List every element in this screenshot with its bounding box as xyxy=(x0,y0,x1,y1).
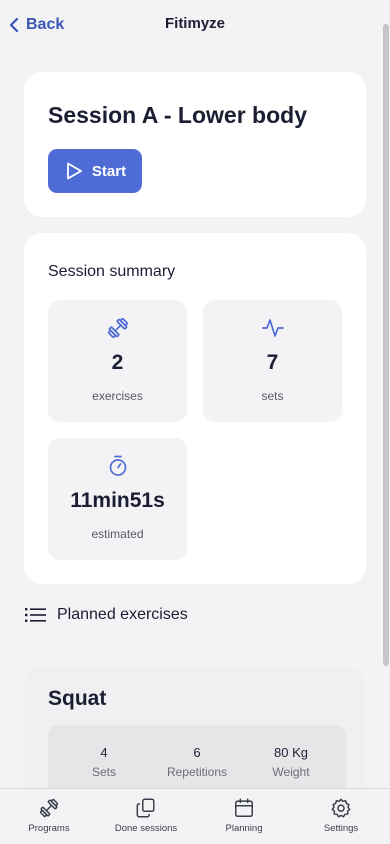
nav-item-settings[interactable]: Settings xyxy=(293,797,389,834)
metric-value: 6 xyxy=(193,745,201,760)
bottom-nav: Programs Done sessions Planning Settings xyxy=(0,788,390,844)
exercise-name: Squat xyxy=(48,687,107,710)
start-label: Start xyxy=(91,162,127,180)
stat-label: estimated xyxy=(91,527,144,541)
play-icon xyxy=(67,162,82,180)
planned-exercises-heading: Planned exercises xyxy=(25,604,188,626)
metric-label: Repetitions xyxy=(166,765,228,779)
metric-value: 80 Kg xyxy=(274,745,308,760)
metric-sets: 4 Sets xyxy=(64,745,144,779)
metric-label: Weight xyxy=(272,765,310,779)
nav-label: Done sessions xyxy=(114,823,178,834)
stat-sets: 7 sets xyxy=(203,300,342,422)
stat-value: 2 xyxy=(111,351,124,374)
session-title: Session A - Lower body xyxy=(48,102,307,128)
nav-label: Programs xyxy=(28,823,70,834)
start-button[interactable]: Start xyxy=(48,149,142,193)
nav-item-planning[interactable]: Planning xyxy=(196,797,292,834)
metric-weight: 80 Kg Weight xyxy=(251,745,331,779)
stat-value: 11min51s xyxy=(70,489,165,512)
planned-label: Planned exercises xyxy=(57,606,188,623)
scrollbar[interactable] xyxy=(383,24,389,666)
session-card: Session A - Lower body Start xyxy=(24,72,366,217)
stat-duration: 11min51s estimated xyxy=(48,438,187,560)
stat-value: 7 xyxy=(266,351,279,374)
stat-exercises: 2 exercises xyxy=(48,300,187,422)
dumbbell-icon xyxy=(39,798,59,818)
page-title: Fitimyze xyxy=(164,15,225,32)
list-icon xyxy=(25,608,46,622)
app-header: Back Fitimyze xyxy=(0,0,390,50)
exercise-card[interactable]: Squat 4 Sets 6 Repetitions 80 Kg Weight xyxy=(24,667,366,807)
gear-icon xyxy=(331,798,351,818)
stopwatch-icon xyxy=(109,455,126,476)
metric-repetitions: 6 Repetitions xyxy=(157,745,237,779)
nav-item-done-sessions[interactable]: Done sessions xyxy=(98,797,194,834)
stat-label: exercises xyxy=(92,389,143,403)
metric-label: Sets xyxy=(91,765,116,779)
summary-title: Session summary xyxy=(48,263,176,280)
stat-label: sets xyxy=(261,389,284,403)
nav-item-programs[interactable]: Programs xyxy=(1,797,97,834)
metric-value: 4 xyxy=(100,745,108,760)
nav-label: Planning xyxy=(225,823,263,834)
dumbbell-icon xyxy=(107,318,128,338)
session-summary-card: Session summary 2 exercises 7 sets 11min… xyxy=(24,233,366,584)
copy-icon xyxy=(136,798,155,818)
nav-label: Settings xyxy=(323,823,359,834)
activity-icon xyxy=(261,319,284,337)
calendar-icon xyxy=(235,798,253,817)
